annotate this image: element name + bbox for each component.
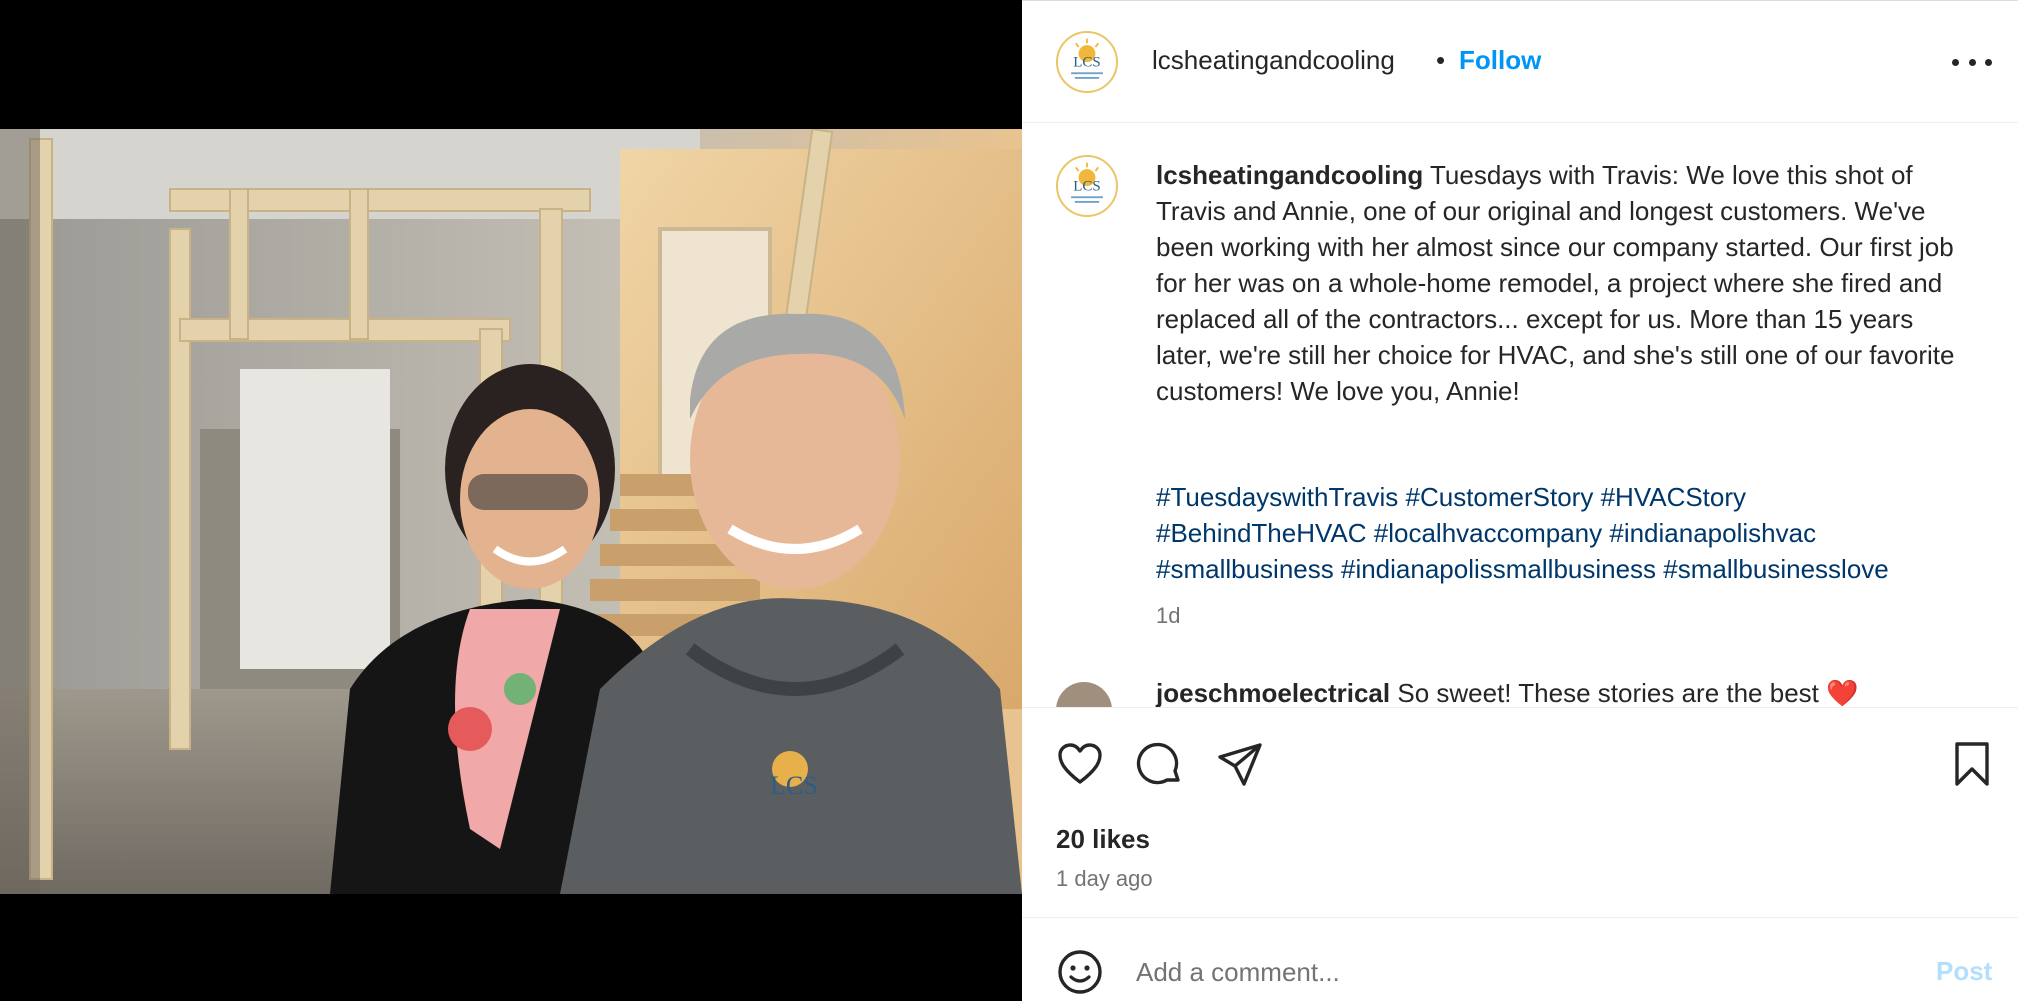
hashtag-link[interactable]: #CustomerStory — [1406, 482, 1594, 512]
profile-avatar[interactable]: LCS — [1056, 31, 1118, 93]
post-media: LCS — [0, 0, 1022, 1001]
comment-text: So sweet! These stories are the best — [1397, 678, 1819, 707]
hashtag-link[interactable]: #HVACStory — [1601, 482, 1746, 512]
commenter-username[interactable]: joeschmoelectrical — [1156, 678, 1390, 707]
post-header: LCS lcsheatingandcooling • Follow — [1022, 1, 2018, 123]
bookmark-icon[interactable] — [1948, 740, 1996, 788]
hashtag-link[interactable]: #localhvaccompany — [1374, 518, 1602, 548]
commenter-avatar[interactable] — [1056, 682, 1112, 707]
hashtag-link[interactable]: #smallbusiness — [1156, 554, 1334, 584]
comment-icon[interactable] — [1136, 740, 1184, 788]
share-icon[interactable] — [1216, 740, 1264, 788]
hashtag-link[interactable]: #indianapolissmallbusiness — [1341, 554, 1656, 584]
likes-count[interactable]: 20 likes — [1056, 824, 1150, 855]
post-photo[interactable]: LCS — [0, 129, 1022, 894]
heart-emoji: ❤️ — [1826, 678, 1859, 707]
comment-text-line: joeschmoelectrical So sweet! These stori… — [1156, 678, 1859, 707]
caption-username[interactable]: lcsheatingandcooling — [1156, 160, 1423, 190]
emoji-icon[interactable] — [1056, 948, 1104, 996]
header-username[interactable]: lcsheatingandcooling — [1152, 45, 1395, 76]
comment-item: joeschmoelectrical So sweet! These stori… — [1056, 678, 1996, 707]
logo-text: LCS — [1073, 179, 1100, 195]
heart-icon[interactable] — [1056, 740, 1104, 788]
caption-timestamp[interactable]: 1d — [1156, 603, 1180, 629]
post-caption: lcsheatingandcooling Tuesdays with Travi… — [1156, 157, 1956, 409]
separator-dot: • — [1436, 45, 1446, 75]
more-options-icon[interactable] — [1952, 49, 1992, 75]
logo-text: LCS — [1073, 55, 1100, 71]
comments-section[interactable]: LCS lcsheatingandcooling Tuesdays with T… — [1022, 123, 2018, 707]
caption-avatar[interactable]: LCS — [1056, 155, 1118, 217]
follow-button[interactable]: Follow — [1459, 45, 1541, 76]
svg-text:LCS: LCS — [770, 771, 818, 800]
caption-text: Tuesdays with Travis: We love this shot … — [1156, 160, 1955, 406]
divider — [1022, 917, 2018, 918]
post-timestamp[interactable]: 1 day ago — [1056, 866, 1153, 892]
action-bar — [1022, 708, 2018, 818]
comment-input[interactable] — [1136, 952, 1836, 992]
post-comment-button[interactable]: Post — [1936, 956, 1992, 987]
post-details-panel: LCS lcsheatingandcooling • Follow LCS lc… — [1022, 0, 2018, 1001]
hashtag-link[interactable]: #indianapolishvac — [1609, 518, 1816, 548]
hashtag-link[interactable]: #smallbusinesslove — [1663, 554, 1888, 584]
hashtag-link[interactable]: #BehindTheHVAC — [1156, 518, 1367, 548]
hashtag-list: #TuesdayswithTravis #CustomerStory #HVAC… — [1156, 479, 1956, 587]
hashtag-link[interactable]: #TuesdayswithTravis — [1156, 482, 1398, 512]
